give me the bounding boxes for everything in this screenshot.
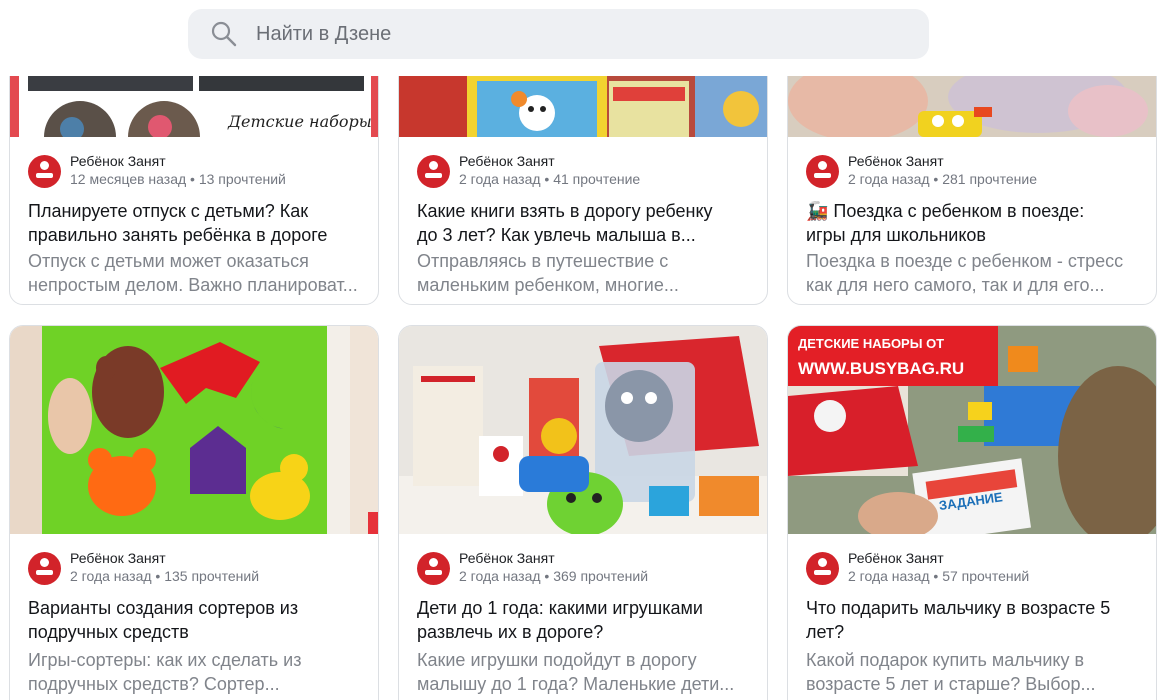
article-card[interactable]: Ребёнок Занят 2 года назад • 135 прочтен… <box>9 325 379 700</box>
article-title-line: развлечь их в дороге? <box>417 622 604 642</box>
article-image: ДЕТСКИЕ НАБОРЫ ОТ WWW.BUSYBAG.RU ЗАДАНИЕ <box>788 326 1156 534</box>
card-meta: Ребёнок Занят 12 месяцев назад • 13 проч… <box>28 153 286 188</box>
article-title-line: подручных средств <box>28 622 189 642</box>
channel-name[interactable]: Ребёнок Занят <box>848 550 1029 567</box>
article-image <box>399 326 767 534</box>
article-title[interactable]: Планируете отпуск с детьми? Как правильн… <box>28 199 368 247</box>
image-caption: Детские наборы <box>227 112 372 131</box>
card-meta: Ребёнок Занят 2 года назад • 135 прочтен… <box>28 550 259 585</box>
image-caption: ДЕТСКИЕ НАБОРЫ ОТ <box>798 336 944 351</box>
article-title-line: игры для школьников <box>806 225 986 245</box>
article-description-line: подручных средств? Сортер... <box>28 674 280 694</box>
article-description-line: Поездка в поезде с ребенком - стресс <box>806 251 1124 271</box>
post-stats: 2 года назад • 281 прочтение <box>848 171 1037 187</box>
post-stats: 2 года назад • 57 прочтений <box>848 568 1030 584</box>
post-stats: 2 года назад • 369 прочтений <box>459 568 649 584</box>
article-title-line: Что подарить мальчику в возрасте 5 <box>806 598 1111 618</box>
article-description: Какой подарок купить мальчику в возрасте… <box>806 648 1146 696</box>
article-title-line: 🚂 Поездка с ребенком в поезде: <box>806 201 1085 221</box>
article-description-line: Отпуск с детьми может оказаться <box>28 251 309 271</box>
channel-name[interactable]: Ребёнок Занят <box>70 550 259 567</box>
article-title-line: Планируете отпуск с детьми? Как <box>28 201 309 221</box>
image-caption: WWW.BUSYBAG.RU <box>798 359 964 378</box>
card-meta: Ребёнок Занят 2 года назад • 369 прочтен… <box>417 550 648 585</box>
article-title-line: лет? <box>806 622 845 642</box>
article-description: Поездка в поезде с ребенком - стресс как… <box>806 249 1146 297</box>
channel-avatar[interactable] <box>806 155 839 188</box>
channel-avatar[interactable] <box>806 552 839 585</box>
search-icon <box>211 21 237 47</box>
article-description: Отправляясь в путешествие с маленьким ре… <box>417 249 757 297</box>
channel-avatar[interactable] <box>28 155 61 188</box>
article-title[interactable]: 🚂 Поездка с ребенком в поезде: игры для … <box>806 199 1146 247</box>
article-card[interactable]: ДЕТСКИЕ НАБОРЫ ОТ WWW.BUSYBAG.RU ЗАДАНИЕ… <box>787 325 1157 700</box>
article-title-line: правильно занять ребёнка в дороге <box>28 225 328 245</box>
article-description-line: Отправляясь в путешествие с <box>417 251 669 271</box>
article-description-line: Какие игрушки подойдут в дорогу <box>417 650 697 670</box>
card-meta: Ребёнок Занят 2 года назад • 41 прочтени… <box>417 153 640 188</box>
search-input[interactable] <box>256 22 876 46</box>
article-card[interactable]: Ребёнок Занят 2 года назад • 281 прочтен… <box>787 50 1157 305</box>
article-description-line: Какой подарок купить мальчику в <box>806 650 1085 670</box>
article-description: Какие игрушки подойдут в дорогу малышу д… <box>417 648 757 696</box>
article-title[interactable]: Какие книги взять в дорогу ребенку до 3 … <box>417 199 757 247</box>
channel-name[interactable]: Ребёнок Занят <box>459 550 648 567</box>
article-description: Отпуск с детьми может оказаться непросты… <box>28 249 368 297</box>
article-description-line: маленьким ребенком, многие... <box>417 275 679 295</box>
article-description-line: непростым делом. Важно планироват... <box>28 275 358 295</box>
channel-name[interactable]: Ребёнок Занят <box>848 153 1037 170</box>
article-description: Игры-сортеры: как их сделать из подручны… <box>28 648 368 696</box>
article-title[interactable]: Что подарить мальчику в возрасте 5 лет? <box>806 596 1146 644</box>
post-stats: 12 месяцев назад • 13 прочтений <box>70 171 286 187</box>
channel-avatar[interactable] <box>417 155 450 188</box>
channel-name[interactable]: Ребёнок Занят <box>459 153 640 170</box>
post-stats: 2 года назад • 41 прочтение <box>459 171 641 187</box>
article-card[interactable]: Ребёнок Занят 2 года назад • 369 прочтен… <box>398 325 768 700</box>
article-card[interactable]: Детские наборы Ребёнок Занят 12 месяцев … <box>9 50 379 305</box>
article-title[interactable]: Варианты создания сортеров из подручных … <box>28 596 368 644</box>
card-meta: Ребёнок Занят 2 года назад • 281 прочтен… <box>806 153 1037 188</box>
article-card[interactable]: Ребёнок Занят 2 года назад • 41 прочтени… <box>398 50 768 305</box>
article-title-line: до 3 лет? Как увлечь малыша в... <box>417 225 696 245</box>
article-image <box>10 326 378 534</box>
article-description-line: Игры-сортеры: как их сделать из <box>28 650 302 670</box>
channel-avatar[interactable] <box>28 552 61 585</box>
article-description-line: как для него самого, так и для его... <box>806 275 1105 295</box>
top-bar <box>0 0 1170 76</box>
article-title-line: Дети до 1 года: какими игрушками <box>417 598 703 618</box>
channel-avatar[interactable] <box>417 552 450 585</box>
article-title[interactable]: Дети до 1 года: какими игрушками развлеч… <box>417 596 757 644</box>
card-meta: Ребёнок Занят 2 года назад • 57 прочтени… <box>806 550 1029 585</box>
article-description-line: возрасте 5 лет и старше? Выбор... <box>806 674 1096 694</box>
post-stats: 2 года назад • 135 прочтений <box>70 568 260 584</box>
article-title-line: Варианты создания сортеров из <box>28 598 299 618</box>
channel-name[interactable]: Ребёнок Занят <box>70 153 286 170</box>
search-bar[interactable] <box>188 9 929 59</box>
article-title-line: Какие книги взять в дорогу ребенку <box>417 201 713 221</box>
article-description-line: малышу до 1 года? Маленькие дети... <box>417 674 735 694</box>
